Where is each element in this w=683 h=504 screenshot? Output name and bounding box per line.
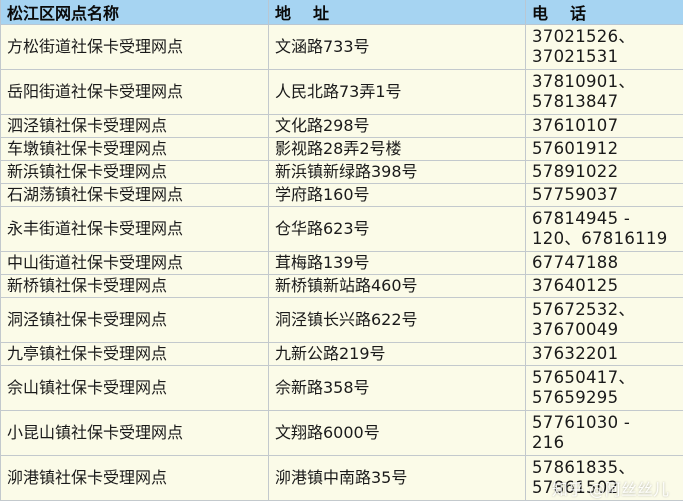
header-phone: 电话	[525, 0, 683, 25]
phone-line: 67814945 -	[532, 209, 631, 228]
table-row: 小昆山镇社保卡受理网点 文翔路6000号 57761030 -216	[0, 410, 683, 456]
service-point-phone: 37640125	[525, 274, 683, 298]
phone-line: 57813847	[532, 92, 619, 111]
table-row: 泗泾镇社保卡受理网点 文化路298号 37610107	[0, 114, 683, 138]
service-point-address: 泖港镇中南路35号	[268, 455, 526, 501]
table-row: 方松街道社保卡受理网点 文涵路733号 37021526、 37021531	[0, 24, 683, 70]
service-point-address: 仓华路623号	[268, 206, 526, 252]
service-points-table: 松江区网点名称 地址 电话 方松街道社保卡受理网点 文涵路733号 37021526…	[0, 0, 683, 501]
service-point-name: 泗泾镇社保卡受理网点	[0, 114, 269, 138]
service-point-name: 永丰街道社保卡受理网点	[0, 206, 269, 252]
service-point-name: 九亭镇社保卡受理网点	[0, 342, 269, 366]
service-point-address: 新桥镇新站路460号	[268, 274, 526, 298]
phone-line: 37021531	[532, 47, 619, 66]
service-point-name: 岳阳街道社保卡受理网点	[0, 69, 269, 115]
table-row: 洞泾镇社保卡受理网点 洞泾镇长兴路622号 57672532、 37670049	[0, 297, 683, 343]
phone-line: 57672532、	[532, 300, 636, 319]
phone-line: 57891022	[532, 162, 619, 181]
phone-line: 57759037	[532, 185, 619, 204]
service-point-address: 佘新路358号	[268, 365, 526, 411]
phone-line: 37610107	[532, 116, 619, 135]
phone-line: 57601912	[532, 139, 619, 158]
service-point-phone: 57650417、 57659295	[525, 365, 683, 411]
table-row: 永丰街道社保卡受理网点 仓华路623号 67814945 -120、67816119	[0, 206, 683, 252]
table-row: 车墩镇社保卡受理网点 影视路28弄2号楼 57601912	[0, 137, 683, 161]
table-header-row: 松江区网点名称 地址 电话	[0, 0, 683, 25]
service-point-phone: 37610107	[525, 114, 683, 138]
service-point-phone: 57761030 -216	[525, 410, 683, 456]
service-point-phone: 57672532、 37670049	[525, 297, 683, 343]
service-point-address: 人民北路73弄1号	[268, 69, 526, 115]
service-point-phone: 37632201	[525, 342, 683, 366]
service-point-address: 洞泾镇长兴路622号	[268, 297, 526, 343]
phone-line: 57650417、	[532, 368, 636, 387]
phone-line: 120、67816119	[532, 229, 668, 248]
service-point-address: 新浜镇新绿路398号	[268, 160, 526, 184]
table-row: 佘山镇社保卡受理网点 佘新路358号 57650417、 57659295	[0, 365, 683, 411]
service-point-name: 佘山镇社保卡受理网点	[0, 365, 269, 411]
service-point-name: 石湖荡镇社保卡受理网点	[0, 183, 269, 207]
service-point-address: 文化路298号	[268, 114, 526, 138]
service-point-name: 洞泾镇社保卡受理网点	[0, 297, 269, 343]
service-point-address: 影视路28弄2号楼	[268, 137, 526, 161]
table-row: 九亭镇社保卡受理网点 九新公路219号 37632201	[0, 342, 683, 366]
table-body: 方松街道社保卡受理网点 文涵路733号 37021526、 37021531 岳阳街道社…	[0, 24, 683, 501]
table-row: 新桥镇社保卡受理网点 新桥镇新站路460号 37640125	[0, 274, 683, 298]
service-point-phone: 37810901、 57813847	[525, 69, 683, 115]
phone-line: 216	[532, 433, 565, 452]
service-point-address: 学府路160号	[268, 183, 526, 207]
service-point-name: 泖港镇社保卡受理网点	[0, 455, 269, 501]
service-point-name: 小昆山镇社保卡受理网点	[0, 410, 269, 456]
table-row: 新浜镇社保卡受理网点 新浜镇新绿路398号 57891022	[0, 160, 683, 184]
table-row: 石湖荡镇社保卡受理网点 学府路160号 57759037	[0, 183, 683, 207]
service-point-address: 茸梅路139号	[268, 251, 526, 275]
header-address: 地址	[268, 0, 526, 25]
phone-line: 57659295	[532, 388, 619, 407]
service-point-phone: 57891022	[525, 160, 683, 184]
phone-line: 37640125	[532, 276, 619, 295]
service-point-phone: 57759037	[525, 183, 683, 207]
service-point-address: 文涵路733号	[268, 24, 526, 70]
table-row: 中山街道社保卡受理网点 茸梅路139号 67747188	[0, 251, 683, 275]
phone-line: 37810901、	[532, 72, 636, 91]
table-row: 岳阳街道社保卡受理网点 人民北路73弄1号 37810901、 57813847	[0, 69, 683, 115]
service-point-phone: 57601912	[525, 137, 683, 161]
service-point-name: 车墩镇社保卡受理网点	[0, 137, 269, 161]
header-name: 松江区网点名称	[0, 0, 269, 25]
phone-line: 37632201	[532, 344, 619, 363]
service-point-name: 中山街道社保卡受理网点	[0, 251, 269, 275]
phone-line: 37670049	[532, 320, 619, 339]
service-point-phone: 67814945 -120、67816119	[525, 206, 683, 252]
service-point-name: 新桥镇社保卡受理网点	[0, 274, 269, 298]
service-point-address: 九新公路219号	[268, 342, 526, 366]
phone-line: 37021526、	[532, 27, 636, 46]
watermark: 知乎 @阿丝丝儿	[551, 480, 669, 499]
service-point-address: 文翔路6000号	[268, 410, 526, 456]
phone-line: 57861835、	[532, 458, 636, 477]
phone-line: 67747188	[532, 253, 619, 272]
service-point-phone: 67747188	[525, 251, 683, 275]
phone-line: 57761030 -	[532, 413, 631, 432]
service-point-name: 新浜镇社保卡受理网点	[0, 160, 269, 184]
service-point-phone: 37021526、 37021531	[525, 24, 683, 70]
service-point-name: 方松街道社保卡受理网点	[0, 24, 269, 70]
